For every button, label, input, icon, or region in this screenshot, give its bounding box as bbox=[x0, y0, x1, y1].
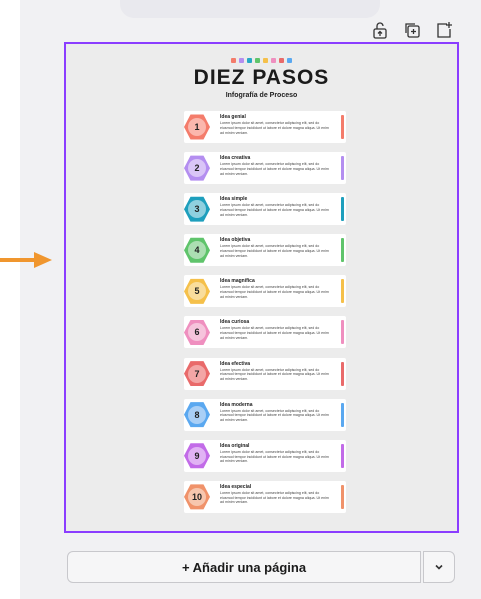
page-subtitle: Infografía de Proceso bbox=[225, 92, 298, 99]
color-dot bbox=[271, 58, 276, 63]
step-item: 9 Idea original Lorem ipsum dolor sit amet… bbox=[184, 439, 346, 472]
step-title: Idea genial bbox=[220, 114, 246, 120]
color-dot bbox=[287, 58, 292, 63]
step-item: 8 Idea moderna Lorem ipsum dolor sit amet,… bbox=[184, 398, 346, 431]
step-number-badge: 2 bbox=[184, 155, 210, 181]
page-title: DIEZ PASOS bbox=[193, 66, 330, 89]
step-number-badge: 5 bbox=[184, 278, 210, 304]
step-number-badge: 6 bbox=[184, 319, 210, 345]
design-page[interactable]: DIEZ PASOS Infografía de Proceso 1 Idea g… bbox=[64, 42, 459, 533]
step-number-badge: 4 bbox=[184, 237, 210, 263]
step-number-badge: 3 bbox=[184, 196, 210, 222]
step-item: 10 Idea especial Lorem ipsum dolor sit ame… bbox=[184, 480, 346, 513]
step-description: Lorem ipsum dolor sit amet, consectetur … bbox=[220, 121, 329, 135]
step-item: 4 Idea objetiva Lorem ipsum dolor sit amet… bbox=[184, 234, 346, 267]
step-accent-bar bbox=[341, 115, 344, 139]
step-item: 6 Idea curiosa Lorem ipsum dolor sit amet,… bbox=[184, 316, 346, 349]
pointer-arrow-icon bbox=[0, 252, 52, 268]
step-number: 10 bbox=[188, 487, 206, 506]
step-number-badge: 1 bbox=[184, 114, 210, 140]
lock-icon[interactable] bbox=[370, 20, 390, 40]
step-title: Idea moderna bbox=[220, 401, 253, 408]
steps-list: 1 Idea genial Lorem ipsum dolor sit amet, … bbox=[184, 111, 346, 522]
step-number-badge: 8 bbox=[184, 402, 210, 428]
add-page-icon[interactable] bbox=[434, 20, 454, 40]
color-dot bbox=[239, 58, 244, 63]
step-number: 1 bbox=[188, 118, 206, 136]
step-title: Idea objetiva bbox=[220, 237, 251, 244]
chevron-down-icon bbox=[435, 564, 443, 570]
step-description: Lorem ipsum dolor sit amet, consectetur … bbox=[220, 490, 329, 505]
step-title: Idea curiosa bbox=[220, 319, 250, 326]
step-accent-bar bbox=[341, 402, 344, 427]
step-accent-bar bbox=[341, 156, 344, 181]
step-title: Idea simple bbox=[220, 196, 248, 203]
step-accent-bar bbox=[341, 361, 344, 386]
step-title: Idea magnífica bbox=[220, 278, 255, 285]
step-number: 7 bbox=[188, 364, 206, 383]
duplicate-page-icon[interactable] bbox=[402, 20, 422, 40]
step-description: Lorem ipsum dolor sit amet, consectetur … bbox=[220, 326, 329, 341]
color-dots bbox=[66, 58, 457, 63]
add-page-options-button[interactable] bbox=[423, 551, 455, 583]
step-number: 8 bbox=[188, 405, 206, 424]
step-item: 7 Idea efectiva Lorem ipsum dolor sit amet… bbox=[184, 357, 346, 390]
step-item: 1 Idea genial Lorem ipsum dolor sit amet, … bbox=[184, 111, 346, 143]
step-item: 3 Idea simple Lorem ipsum dolor sit amet, … bbox=[184, 193, 346, 226]
step-accent-bar bbox=[341, 197, 344, 222]
step-title: Idea efectiva bbox=[220, 360, 251, 367]
step-number: 2 bbox=[188, 159, 206, 178]
step-number: 9 bbox=[188, 446, 206, 465]
step-accent-bar bbox=[341, 238, 344, 263]
color-dot bbox=[247, 58, 252, 63]
color-dot bbox=[231, 58, 236, 63]
step-number-badge: 7 bbox=[184, 361, 210, 387]
step-title: Idea especial bbox=[220, 483, 252, 490]
color-dot bbox=[263, 58, 268, 63]
step-number-badge: 9 bbox=[184, 443, 210, 469]
step-description: Lorem ipsum dolor sit amet, consectetur … bbox=[220, 449, 329, 464]
add-page-button[interactable]: + Añadir una página bbox=[67, 551, 421, 583]
step-description: Lorem ipsum dolor sit amet, consectetur … bbox=[220, 203, 329, 217]
step-number-badge: 10 bbox=[184, 484, 210, 510]
step-accent-bar bbox=[341, 484, 344, 509]
step-accent-bar bbox=[341, 320, 344, 345]
previous-page-edge bbox=[120, 0, 380, 18]
step-description: Lorem ipsum dolor sit amet, consectetur … bbox=[220, 285, 329, 299]
color-dot bbox=[279, 58, 284, 63]
step-description: Lorem ipsum dolor sit amet, consectetur … bbox=[220, 162, 329, 176]
step-description: Lorem ipsum dolor sit amet, consectetur … bbox=[220, 367, 329, 382]
color-dot bbox=[255, 58, 260, 63]
step-accent-bar bbox=[341, 443, 344, 468]
step-title: Idea original bbox=[220, 442, 250, 449]
step-title: Idea creativa bbox=[220, 155, 251, 162]
step-item: 2 Idea creativa Lorem ipsum dolor sit amet… bbox=[184, 152, 346, 185]
step-description: Lorem ipsum dolor sit amet, consectetur … bbox=[220, 244, 329, 258]
step-item: 5 Idea magnífica Lorem ipsum dolor sit ame… bbox=[184, 275, 346, 308]
step-accent-bar bbox=[341, 279, 344, 304]
step-description: Lorem ipsum dolor sit amet, consectetur … bbox=[220, 408, 329, 423]
